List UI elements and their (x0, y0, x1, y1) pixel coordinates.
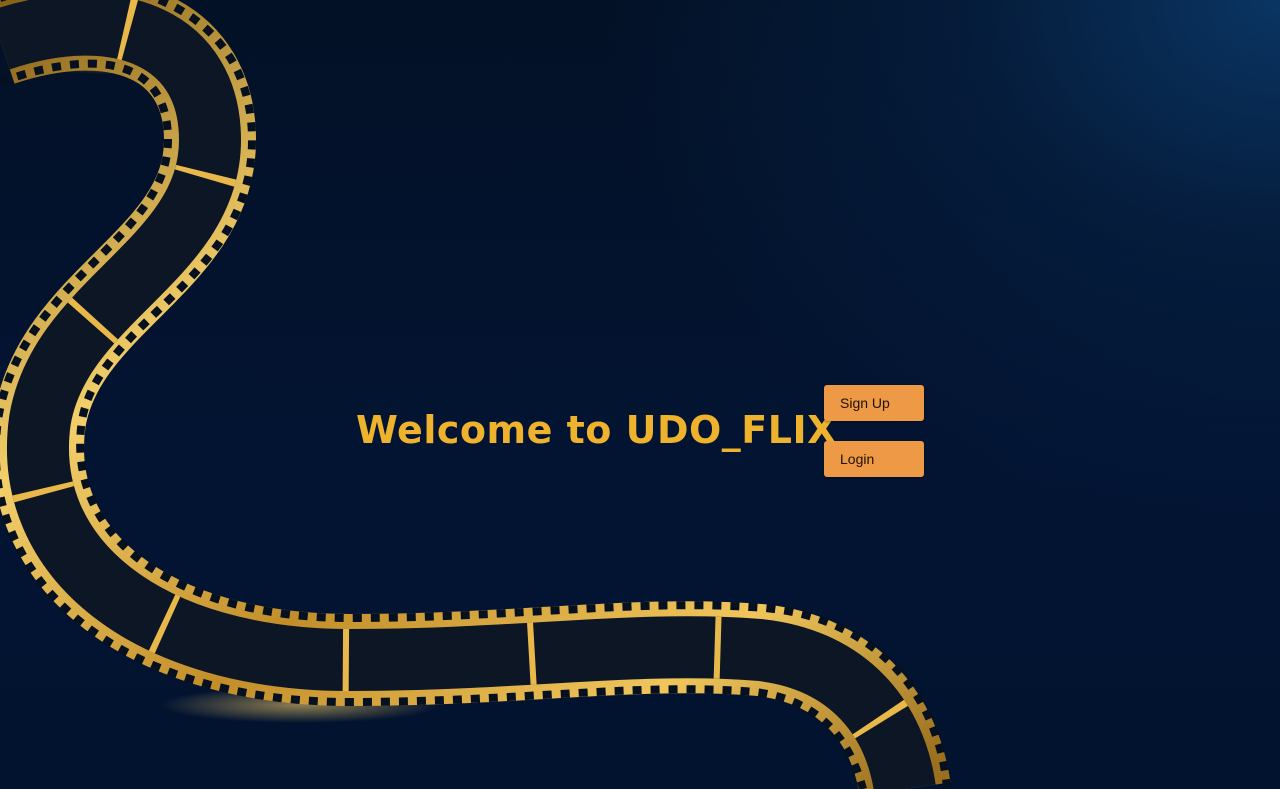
welcome-title: Welcome to UDO_FLIX (356, 408, 837, 452)
film-strip-frames (0, 0, 936, 789)
film-reel-background (0, 0, 951, 789)
login-button[interactable]: Login (824, 441, 924, 477)
sign-up-button[interactable]: Sign Up (824, 385, 924, 421)
